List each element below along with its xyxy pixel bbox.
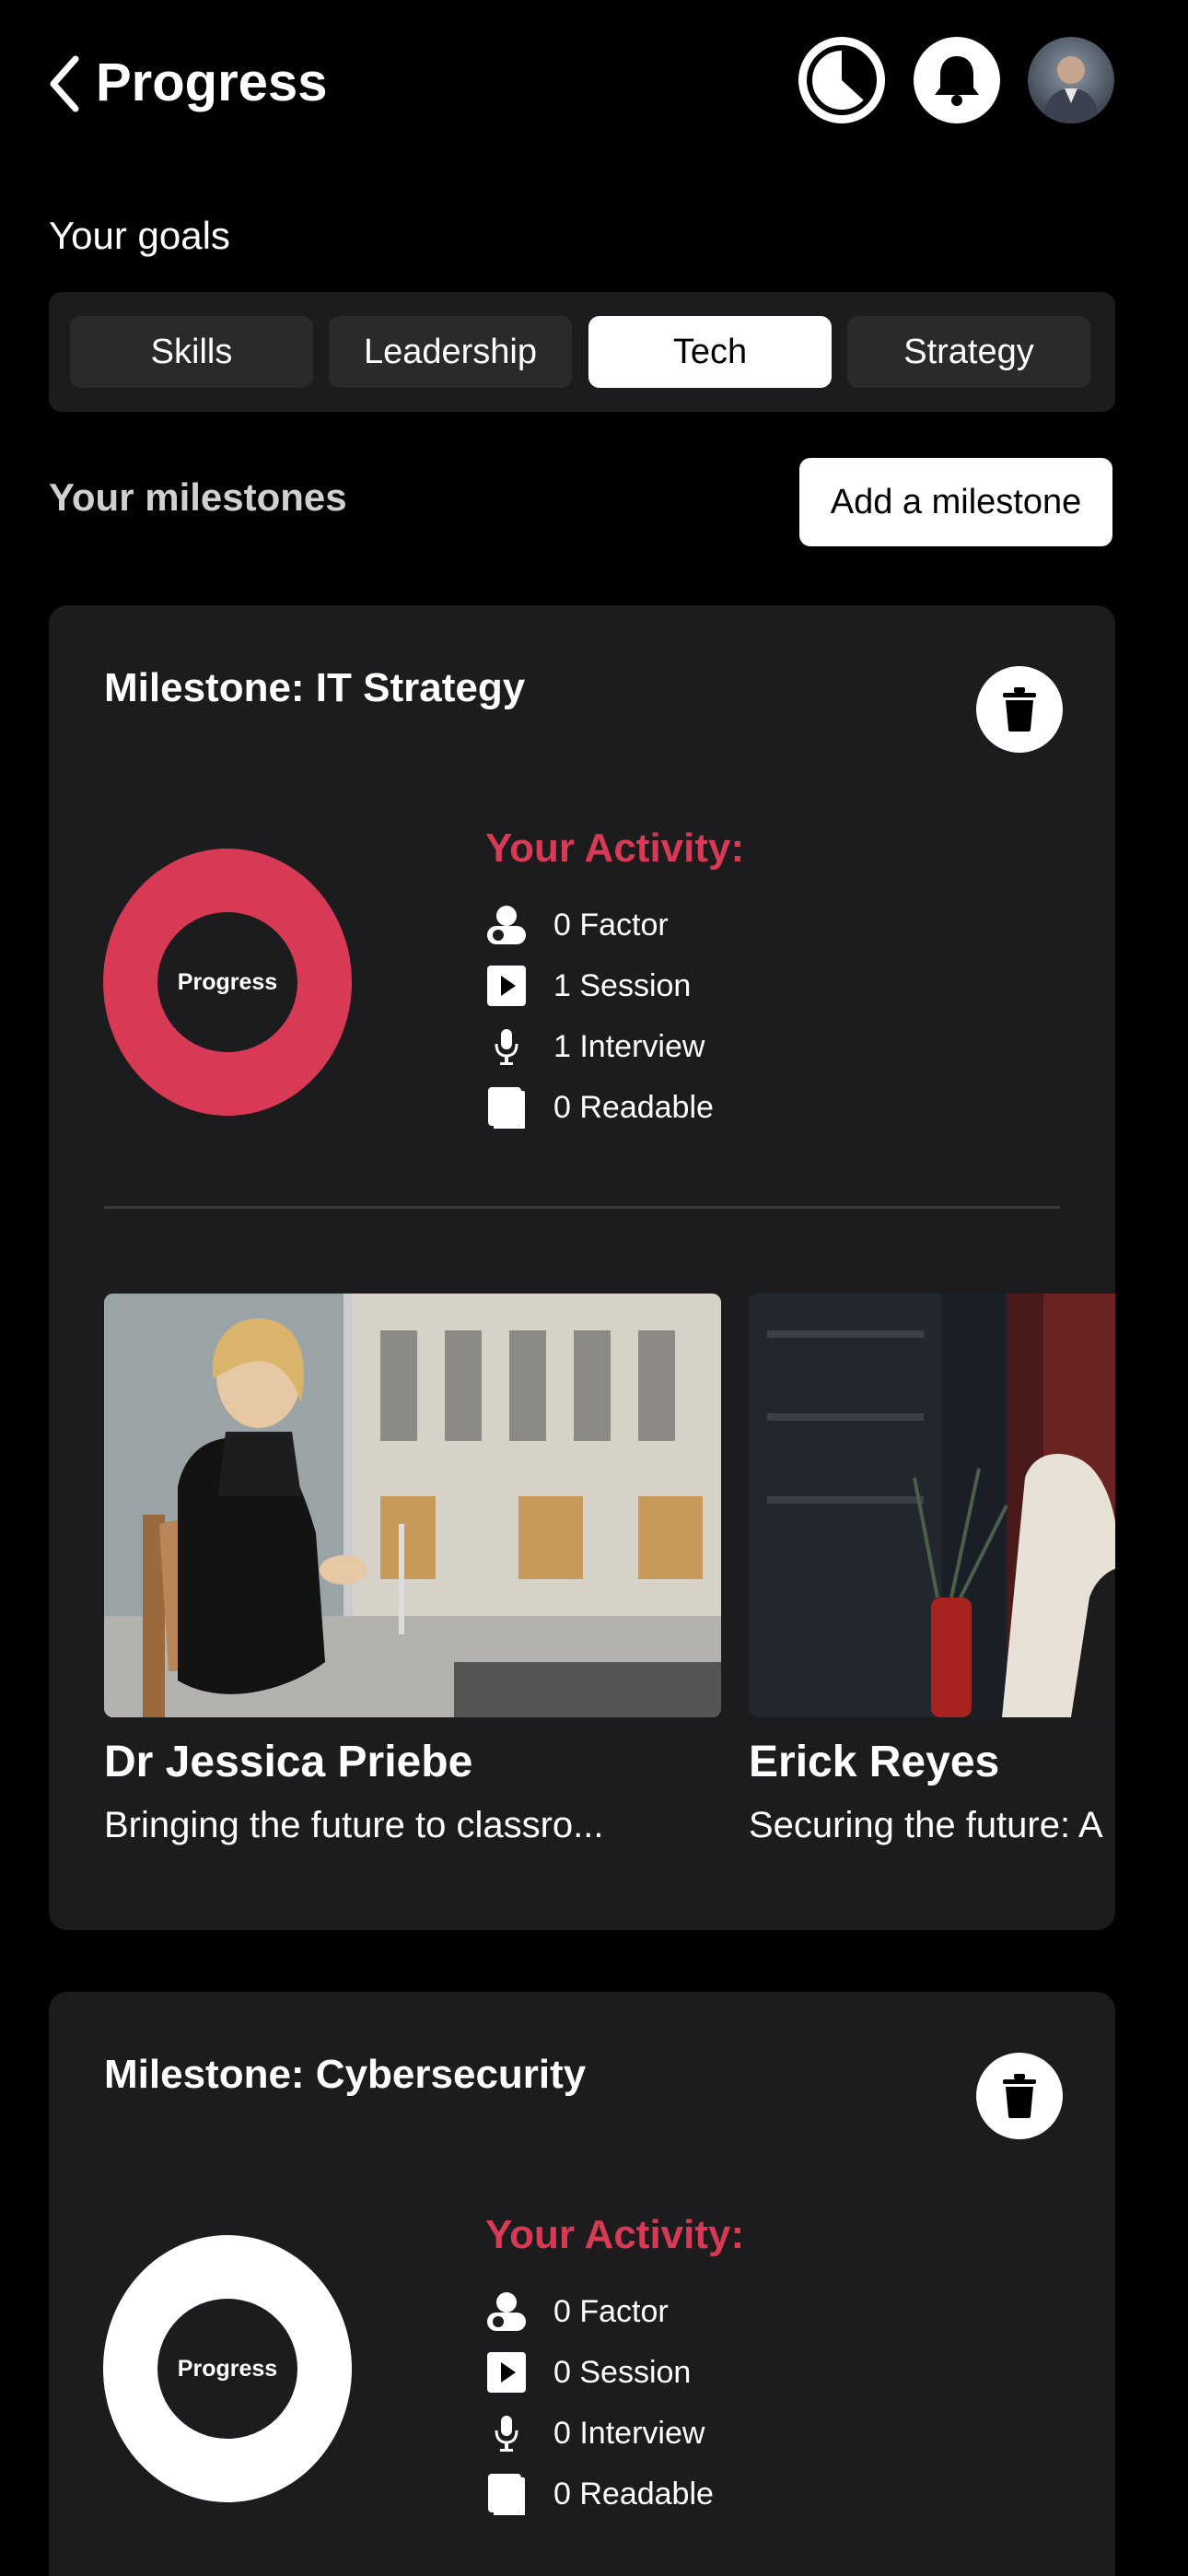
activity-title: Your Activity: <box>485 825 745 871</box>
history-button[interactable] <box>798 37 885 123</box>
video-author-name: Dr Jessica Priebe <box>104 1738 473 1786</box>
back-button[interactable] <box>44 52 85 116</box>
activity-list: 0 Factor 0 Session 0 Interview 0 Readabl… <box>485 2281 714 2524</box>
video-author-name: Erick Reyes <box>749 1738 1000 1786</box>
activity-readable: 0 Readable <box>485 1077 714 1138</box>
milestones-label: Your milestones <box>49 475 347 519</box>
activity-readable: 0 Readable <box>485 2464 714 2524</box>
book-icon <box>485 1086 528 1129</box>
progress-ring: Progress <box>103 849 352 1116</box>
goals-label: Your goals <box>49 214 230 257</box>
activity-factor: 0 Factor <box>485 895 714 955</box>
microphone-icon <box>485 2412 528 2454</box>
microphone-icon <box>485 1025 528 1068</box>
activity-session: 0 Session <box>485 2342 714 2403</box>
progress-label: Progress <box>157 912 297 1052</box>
chevron-left-icon <box>50 55 79 112</box>
milestone-card: Milestone: IT Strategy Progress Your Act… <box>49 605 1115 1930</box>
activity-interview: 1 Interview <box>485 1016 714 1077</box>
add-milestone-button[interactable]: Add a milestone <box>799 458 1112 546</box>
tab-skills[interactable]: Skills <box>70 316 313 388</box>
tab-leadership[interactable]: Leadership <box>329 316 572 388</box>
activity-list: 0 Factor 1 Session 1 Interview 0 Readabl… <box>485 895 714 1138</box>
activity-title: Your Activity: <box>485 2212 745 2257</box>
video-description: Securing the future: A <box>749 1805 1103 1845</box>
activity-session: 1 Session <box>485 955 714 1016</box>
tab-strategy[interactable]: Strategy <box>847 316 1090 388</box>
video-thumbnail[interactable] <box>104 1294 721 1717</box>
milestone-title: Milestone: IT Strategy <box>104 665 526 710</box>
video-description: Bringing the future to classro... <box>104 1805 604 1845</box>
trash-icon <box>1003 2074 1036 2118</box>
activity-interview: 0 Interview <box>485 2403 714 2464</box>
tab-tech[interactable]: Tech <box>588 316 832 388</box>
avatar[interactable] <box>1028 37 1114 123</box>
progress-label: Progress <box>157 2299 297 2439</box>
milestone-card: Milestone: Cybersecurity Progress Your A… <box>49 1992 1115 2576</box>
clock-icon <box>807 45 877 115</box>
delete-milestone-button[interactable] <box>976 2053 1063 2139</box>
play-icon <box>485 965 528 1007</box>
activity-factor: 0 Factor <box>485 2281 714 2342</box>
divider <box>104 1206 1060 1209</box>
page-title: Progress <box>96 53 328 112</box>
trash-icon <box>1003 687 1036 732</box>
factor-icon <box>485 2290 528 2333</box>
video-thumbnail[interactable] <box>749 1294 1115 1717</box>
progress-ring: Progress <box>103 2235 352 2502</box>
factor-icon <box>485 904 528 946</box>
bell-icon <box>935 56 979 106</box>
notifications-button[interactable] <box>914 37 1000 123</box>
milestone-title: Milestone: Cybersecurity <box>104 2052 587 2097</box>
book-icon <box>485 2473 528 2515</box>
play-icon <box>485 2351 528 2394</box>
delete-milestone-button[interactable] <box>976 666 1063 753</box>
